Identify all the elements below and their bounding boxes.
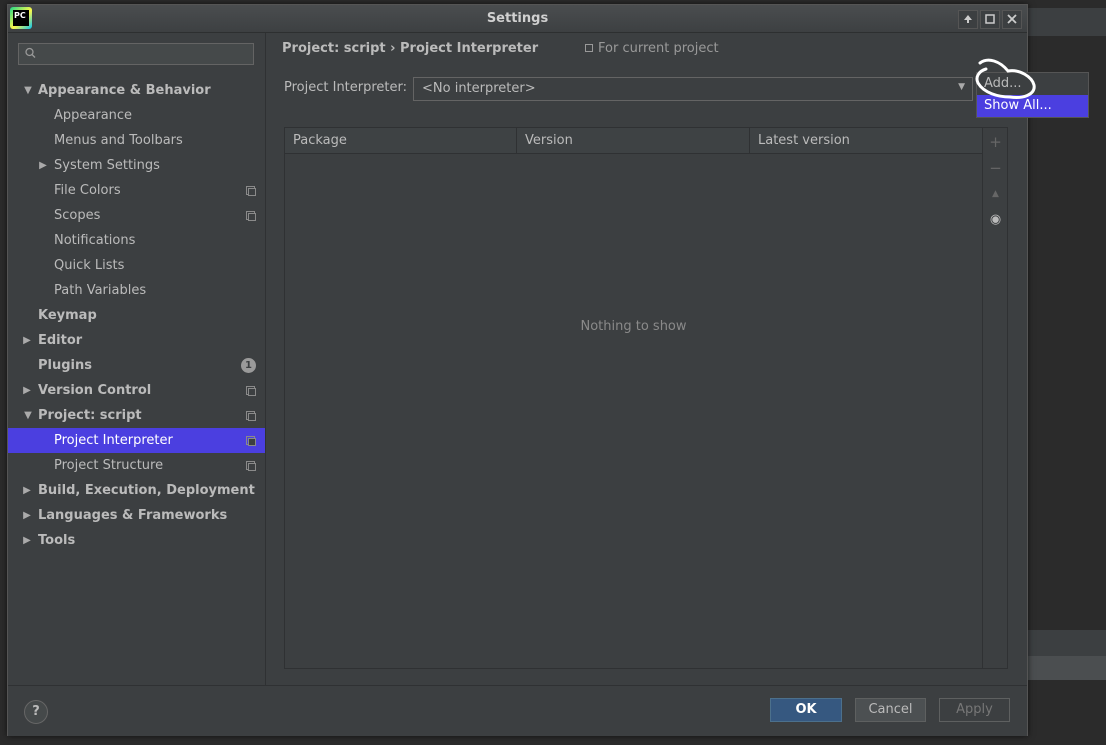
settings-content: Project: script › Project Interpreter Fo… xyxy=(266,33,1027,685)
background-panel xyxy=(1027,630,1106,656)
sidebar-item-label: Appearance & Behavior xyxy=(38,83,211,98)
project-scope-icon xyxy=(246,211,256,221)
help-button[interactable]: ? xyxy=(24,700,48,724)
add-package-icon[interactable]: + xyxy=(983,132,1008,152)
cancel-button[interactable]: Cancel xyxy=(855,698,926,722)
interpreter-options-menu: Add... Show All... xyxy=(976,72,1089,118)
dropdown-arrow-icon: ▼ xyxy=(958,82,965,92)
package-toolbar: + − ▲ ◉ xyxy=(982,128,1008,668)
close-icon xyxy=(1007,14,1017,24)
sidebar-item-label: Project Interpreter xyxy=(54,433,173,448)
expand-triangle-icon[interactable]: ▼ xyxy=(22,78,34,103)
sidebar-item-label: Project: script xyxy=(38,408,142,423)
menu-item-add[interactable]: Add... xyxy=(977,73,1088,95)
packages-table: Package Version Latest version Nothing t… xyxy=(284,127,1008,669)
search-icon xyxy=(24,46,38,64)
background-statusbar xyxy=(1027,656,1106,680)
sidebar-item-label: Editor xyxy=(38,333,83,348)
collapse-triangle-icon[interactable]: ▶ xyxy=(21,528,33,553)
project-scope-icon xyxy=(246,436,256,446)
interpreter-label: Project Interpreter: xyxy=(284,80,408,95)
interpreter-value: <No interpreter> xyxy=(422,81,536,96)
project-scope-icon xyxy=(246,386,256,396)
background-toolbar xyxy=(1027,8,1106,36)
maximize-up-button[interactable] xyxy=(958,10,978,29)
sidebar-item-tools[interactable]: ▶ Tools xyxy=(8,528,265,553)
dialog-footer: ? OK Cancel Apply xyxy=(8,685,1027,736)
plugins-update-badge: 1 xyxy=(241,358,256,373)
search-input[interactable] xyxy=(18,43,254,65)
ok-button[interactable]: OK xyxy=(770,698,842,722)
sidebar-item-notifications[interactable]: Notifications xyxy=(8,228,265,253)
sidebar-item-build-execution[interactable]: ▶ Build, Execution, Deployment xyxy=(8,478,265,503)
sidebar-item-project-interpreter[interactable]: Project Interpreter xyxy=(8,428,265,453)
sidebar-item-editor[interactable]: ▶ Editor xyxy=(8,328,265,353)
sidebar-item-quick-lists[interactable]: Quick Lists xyxy=(8,253,265,278)
sidebar-item-version-control[interactable]: ▶ Version Control xyxy=(8,378,265,403)
eye-icon[interactable]: ◉ xyxy=(983,210,1008,230)
sidebar-item-path-variables[interactable]: Path Variables xyxy=(8,278,265,303)
scope-text: For current project xyxy=(598,41,719,56)
upgrade-package-icon[interactable]: ▲ xyxy=(983,184,1008,204)
collapse-triangle-icon[interactable]: ▶ xyxy=(21,378,33,403)
collapse-triangle-icon[interactable]: ▶ xyxy=(37,153,49,178)
collapse-triangle-icon[interactable]: ▶ xyxy=(21,478,33,503)
interpreter-select[interactable]: <No interpreter> ▼ xyxy=(413,77,973,101)
column-header-version[interactable]: Version xyxy=(517,128,750,153)
project-scope-icon xyxy=(246,411,256,421)
sidebar-item-label: Scopes xyxy=(54,208,101,223)
sidebar-item-file-colors[interactable]: File Colors xyxy=(8,178,265,203)
project-scope-icon xyxy=(246,461,256,471)
sidebar-item-label: File Colors xyxy=(54,183,121,198)
sidebar-item-scopes[interactable]: Scopes xyxy=(8,203,265,228)
sidebar-item-appearance[interactable]: Appearance xyxy=(8,103,265,128)
sidebar-item-label: Version Control xyxy=(38,383,152,398)
sidebar-item-label: Path Variables xyxy=(54,283,147,298)
empty-state-text: Nothing to show xyxy=(580,319,687,334)
sidebar-item-label: Project Structure xyxy=(54,458,164,473)
menu-item-show-all[interactable]: Show All... xyxy=(977,95,1088,117)
sidebar-item-label: Plugins xyxy=(38,358,92,373)
settings-dialog: PC Settings ▼ Appearance & Behavior Appe… xyxy=(7,4,1028,736)
project-scope-icon xyxy=(246,186,256,196)
sidebar-item-languages-frameworks[interactable]: ▶ Languages & Frameworks xyxy=(8,503,265,528)
close-button[interactable] xyxy=(1002,10,1022,29)
sidebar-item-menus-toolbars[interactable]: Menus and Toolbars xyxy=(8,128,265,153)
column-header-package[interactable]: Package xyxy=(285,128,517,153)
column-header-latest-version[interactable]: Latest version xyxy=(750,128,982,153)
sidebar-item-label: Keymap xyxy=(38,308,97,323)
collapse-triangle-icon[interactable]: ▶ xyxy=(21,503,33,528)
expand-triangle-icon[interactable]: ▼ xyxy=(22,403,34,428)
sidebar-item-appearance-behavior[interactable]: ▼ Appearance & Behavior xyxy=(8,78,265,103)
project-scope-icon xyxy=(585,44,593,52)
sidebar-item-plugins[interactable]: Plugins 1 xyxy=(8,353,265,378)
remove-package-icon[interactable]: − xyxy=(983,158,1008,178)
sidebar-item-label: Menus and Toolbars xyxy=(54,133,183,148)
settings-sidebar: ▼ Appearance & Behavior Appearance Menus… xyxy=(8,33,266,685)
arrow-up-icon xyxy=(964,15,972,23)
restore-button[interactable] xyxy=(980,10,1000,29)
sidebar-item-label: Appearance xyxy=(54,108,133,123)
sidebar-item-label: Quick Lists xyxy=(54,258,125,273)
scope-note: For current project xyxy=(585,41,719,56)
sidebar-item-keymap[interactable]: Keymap xyxy=(8,303,265,328)
title-bar[interactable]: PC Settings xyxy=(8,5,1027,33)
sidebar-item-label: Tools xyxy=(38,533,76,548)
collapse-triangle-icon[interactable]: ▶ xyxy=(21,328,33,353)
window-icon xyxy=(985,14,995,24)
sidebar-item-project-structure[interactable]: Project Structure xyxy=(8,453,265,478)
sidebar-item-label: Languages & Frameworks xyxy=(38,508,228,523)
window-title: Settings xyxy=(486,11,549,26)
breadcrumb: Project: script › Project Interpreter xyxy=(282,41,539,56)
sidebar-item-label: Build, Execution, Deployment xyxy=(38,483,255,498)
sidebar-item-label: Notifications xyxy=(54,233,136,248)
sidebar-item-label: System Settings xyxy=(54,158,160,173)
apply-button[interactable]: Apply xyxy=(939,698,1010,722)
table-header: Package Version Latest version xyxy=(285,128,982,154)
sidebar-item-project-script[interactable]: ▼ Project: script xyxy=(8,403,265,428)
sidebar-item-system-settings[interactable]: ▶ System Settings xyxy=(8,153,265,178)
